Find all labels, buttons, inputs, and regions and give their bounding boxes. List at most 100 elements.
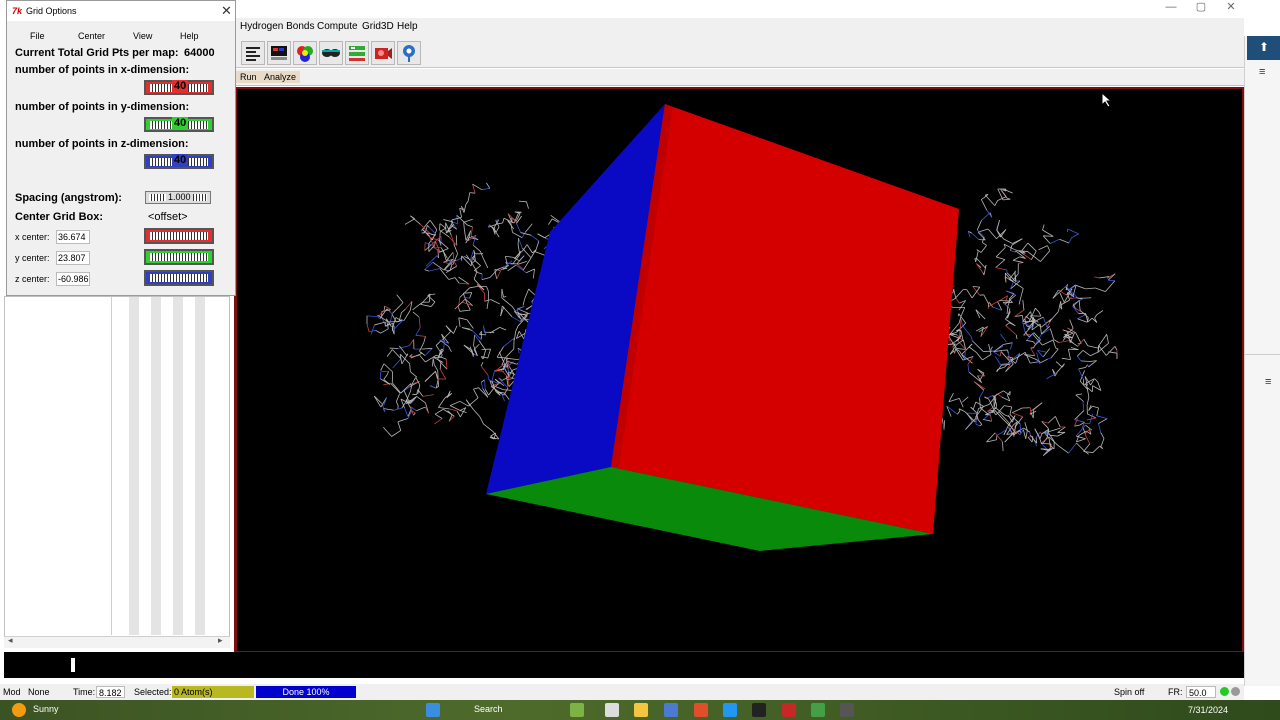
file-icon[interactable] — [605, 703, 619, 717]
molecule-bond — [513, 331, 517, 341]
app-icon[interactable] — [840, 703, 854, 717]
fr-value[interactable]: 50.0 — [1186, 686, 1216, 698]
molecule-bond — [432, 358, 435, 365]
molecule-bond — [1083, 443, 1091, 452]
y-center-input[interactable]: 23.807 — [56, 251, 90, 265]
molecule-bond — [986, 395, 993, 399]
glasses-icon[interactable] — [319, 41, 343, 65]
text-align-icon[interactable] — [241, 41, 265, 65]
molecule-bond — [422, 394, 434, 397]
total-points-value: 64000 — [184, 47, 215, 59]
molecule-bond — [465, 399, 474, 410]
scroll-right-icon[interactable]: ▸ — [218, 635, 223, 646]
spacing-dial[interactable]: 1.000 — [145, 191, 211, 204]
display-icon[interactable] — [267, 41, 291, 65]
tk-logo-icon: 7k — [12, 6, 23, 16]
dialog-menu-view[interactable]: View — [133, 31, 152, 41]
z-center-input[interactable]: -60.986 — [56, 272, 90, 286]
molecule-bond — [391, 382, 402, 394]
molecule-bond — [1004, 433, 1014, 443]
x-center-input[interactable]: 36.674 — [56, 230, 90, 244]
menu-hydrogen-bonds[interactable]: Hydrogen Bonds — [240, 21, 315, 32]
molecule-bond — [424, 269, 430, 272]
dialog-menu-help[interactable]: Help — [180, 31, 199, 41]
molecule-bond — [442, 331, 451, 340]
timeline-bar[interactable] — [4, 652, 1244, 678]
molecule-bond — [1074, 410, 1085, 421]
maximize-icon[interactable]: ▢ — [1186, 1, 1216, 14]
horizontal-scrollbar[interactable]: ◂ ▸ — [4, 635, 230, 648]
upload-button[interactable]: ⬆ — [1247, 36, 1280, 60]
progress-bar: Done 100% — [256, 686, 356, 698]
center-grid-box-label: Center Grid Box: — [15, 211, 104, 223]
menu-compute[interactable]: Compute — [317, 21, 358, 32]
panel-stripe — [129, 297, 139, 635]
x-dimension-dial[interactable]: 40 — [144, 80, 214, 95]
tab-analyze[interactable]: Analyze — [260, 71, 301, 83]
menu-help[interactable]: Help — [397, 21, 418, 32]
molecule-bond — [429, 385, 437, 389]
molecule-bond — [391, 430, 401, 437]
camera-icon[interactable] — [371, 41, 395, 65]
molecule-bond — [473, 334, 476, 346]
molecule-bond — [1083, 451, 1093, 453]
molecule-bond — [459, 309, 471, 312]
molecule-bond — [1067, 228, 1079, 235]
molecule-bond — [497, 222, 503, 225]
molecule-bond — [1012, 259, 1024, 263]
z-center-dial[interactable] — [144, 270, 214, 286]
molecule-bond — [1105, 346, 1116, 356]
close-icon[interactable]: ✕ — [221, 3, 232, 19]
terminal-icon[interactable] — [752, 703, 766, 717]
molecule-bond — [976, 220, 982, 231]
molecule-viewport[interactable] — [234, 87, 1244, 653]
scroll-left-icon[interactable]: ◂ — [8, 635, 13, 646]
folder-icon[interactable] — [634, 703, 648, 717]
y-dimension-dial[interactable]: 40 — [144, 117, 214, 132]
dialog-menu-center[interactable]: Center — [78, 31, 105, 41]
app-icon[interactable] — [570, 703, 584, 717]
dialog-menu-file[interactable]: File — [30, 31, 45, 41]
molecule-bond — [1055, 361, 1063, 368]
notes-icon[interactable] — [723, 703, 737, 717]
menu-grid3d[interactable]: Grid3D — [362, 21, 394, 32]
molecule-bond — [454, 298, 466, 310]
molecule-bond — [496, 269, 502, 280]
layers-icon[interactable] — [345, 41, 369, 65]
menu-icon[interactable]: ≡ — [1259, 66, 1265, 78]
menu-icon[interactable]: ≡ — [1265, 376, 1271, 388]
molecule-bond — [404, 218, 416, 225]
spin-toggle[interactable]: Spin off — [1114, 687, 1144, 697]
molecule-bond — [1015, 334, 1018, 340]
y-center-dial[interactable] — [144, 249, 214, 265]
molecule-bond — [463, 204, 467, 213]
molecule-bond — [397, 421, 402, 431]
dialog-titlebar[interactable]: 7k Grid Options ✕ — [7, 1, 235, 21]
color-balls-icon[interactable] — [293, 41, 317, 65]
x-center-dial[interactable] — [144, 228, 214, 244]
molecule-bond — [366, 315, 378, 318]
timeline-marker[interactable] — [71, 658, 75, 672]
molecule-bond — [489, 268, 499, 278]
minimize-icon[interactable]: — — [1156, 1, 1186, 14]
start-icon[interactable] — [426, 703, 440, 717]
close-icon[interactable]: ✕ — [1216, 1, 1246, 14]
chrome-icon[interactable] — [811, 703, 825, 717]
molecule-bond — [975, 309, 981, 319]
fr-label: FR: — [1168, 687, 1183, 697]
pin-icon[interactable] — [397, 41, 421, 65]
brave-icon[interactable] — [694, 703, 708, 717]
molecule-bond — [383, 426, 392, 437]
weather-label[interactable]: Sunny — [33, 704, 59, 714]
z-dimension-dial[interactable]: 40 — [144, 154, 214, 169]
molecule-bond — [965, 418, 976, 430]
molecule-bond — [955, 289, 964, 299]
weather-sun-icon[interactable] — [12, 703, 26, 717]
search-label[interactable]: Search — [474, 704, 503, 714]
center-mode-value[interactable]: <offset> — [148, 211, 188, 223]
dial-ticks — [150, 274, 208, 282]
tab-run[interactable]: Run — [236, 71, 261, 83]
browser-icon[interactable] — [664, 703, 678, 717]
molecule-bond — [1054, 416, 1061, 428]
tk-app-icon[interactable] — [782, 703, 796, 717]
